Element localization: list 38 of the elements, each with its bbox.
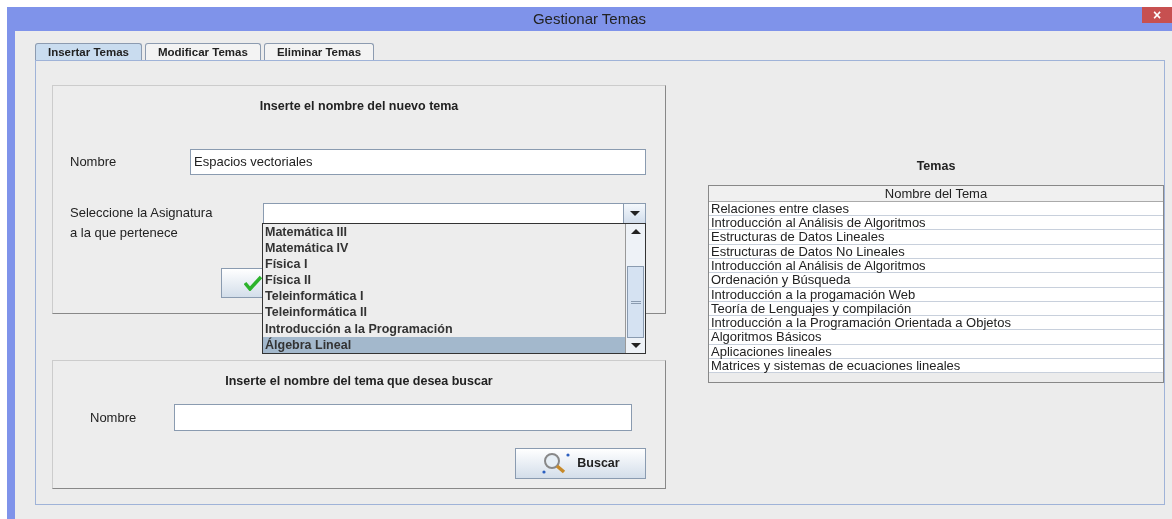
field-label: Nombre bbox=[90, 408, 138, 427]
close-button[interactable]: × bbox=[1142, 7, 1172, 23]
name-field[interactable]: Espacios vectoriales bbox=[190, 148, 646, 175]
table-cell: Algoritmos Básicos bbox=[709, 330, 1163, 345]
field-label: Nombre bbox=[70, 153, 118, 171]
dropdown-option[interactable]: Álgebra Lineal bbox=[263, 336, 625, 353]
table-cell: Introducción al Análisis de Algoritmos bbox=[709, 216, 1163, 231]
scroll-down-icon bbox=[630, 343, 641, 348]
table-cell: Ordenación y Búsqueda bbox=[709, 273, 1163, 288]
topics-title: Temas bbox=[915, 158, 957, 175]
scrollbar-thumb[interactable] bbox=[627, 266, 644, 338]
search-button[interactable]: Buscar bbox=[515, 447, 646, 479]
field-label: a la que pertenece bbox=[70, 223, 179, 242]
check-icon bbox=[244, 275, 262, 291]
search-field[interactable] bbox=[174, 403, 632, 431]
dropdown-option[interactable]: Física II bbox=[263, 272, 625, 289]
tab[interactable]: Modificar Temas bbox=[144, 43, 261, 60]
scrollbar[interactable] bbox=[625, 224, 645, 353]
dropdown-option[interactable]: Teleinformática I bbox=[263, 288, 625, 305]
dropdown-option[interactable]: Introducción a la Programación bbox=[263, 320, 625, 337]
column-header[interactable]: Nombre del Tema bbox=[709, 185, 1163, 202]
panel-heading: Inserte el nombre del nuevo tema bbox=[258, 98, 460, 115]
dropdown-option[interactable]: Matemática III bbox=[263, 224, 625, 241]
tab[interactable]: Insertar Temas bbox=[35, 43, 142, 60]
panel-heading: Inserte el nombre del tema que desea buscar bbox=[224, 373, 494, 390]
dropdown-option[interactable]: Física I bbox=[263, 256, 625, 273]
tab[interactable]: Eliminar Temas bbox=[263, 43, 375, 60]
window-title: Gestionar Temas bbox=[532, 8, 647, 29]
search-icon bbox=[541, 451, 572, 476]
scroll-up-icon bbox=[630, 229, 641, 234]
caret-icon bbox=[629, 211, 640, 217]
table-cell: Introducción a la Programación Orientada a Objetos bbox=[709, 316, 1163, 331]
subject-dropdown[interactable] bbox=[263, 202, 646, 225]
table-cell: Estructuras de Datos Lineales bbox=[709, 230, 1163, 245]
table-cell: Matrices y sistemas de ecuaciones lineales bbox=[709, 359, 1163, 374]
dropdown-option[interactable]: Teleinformática II bbox=[263, 304, 625, 321]
field-label: Seleccione la Asignatura bbox=[70, 203, 214, 222]
dropdown-option[interactable]: Matemática IV bbox=[263, 240, 625, 257]
